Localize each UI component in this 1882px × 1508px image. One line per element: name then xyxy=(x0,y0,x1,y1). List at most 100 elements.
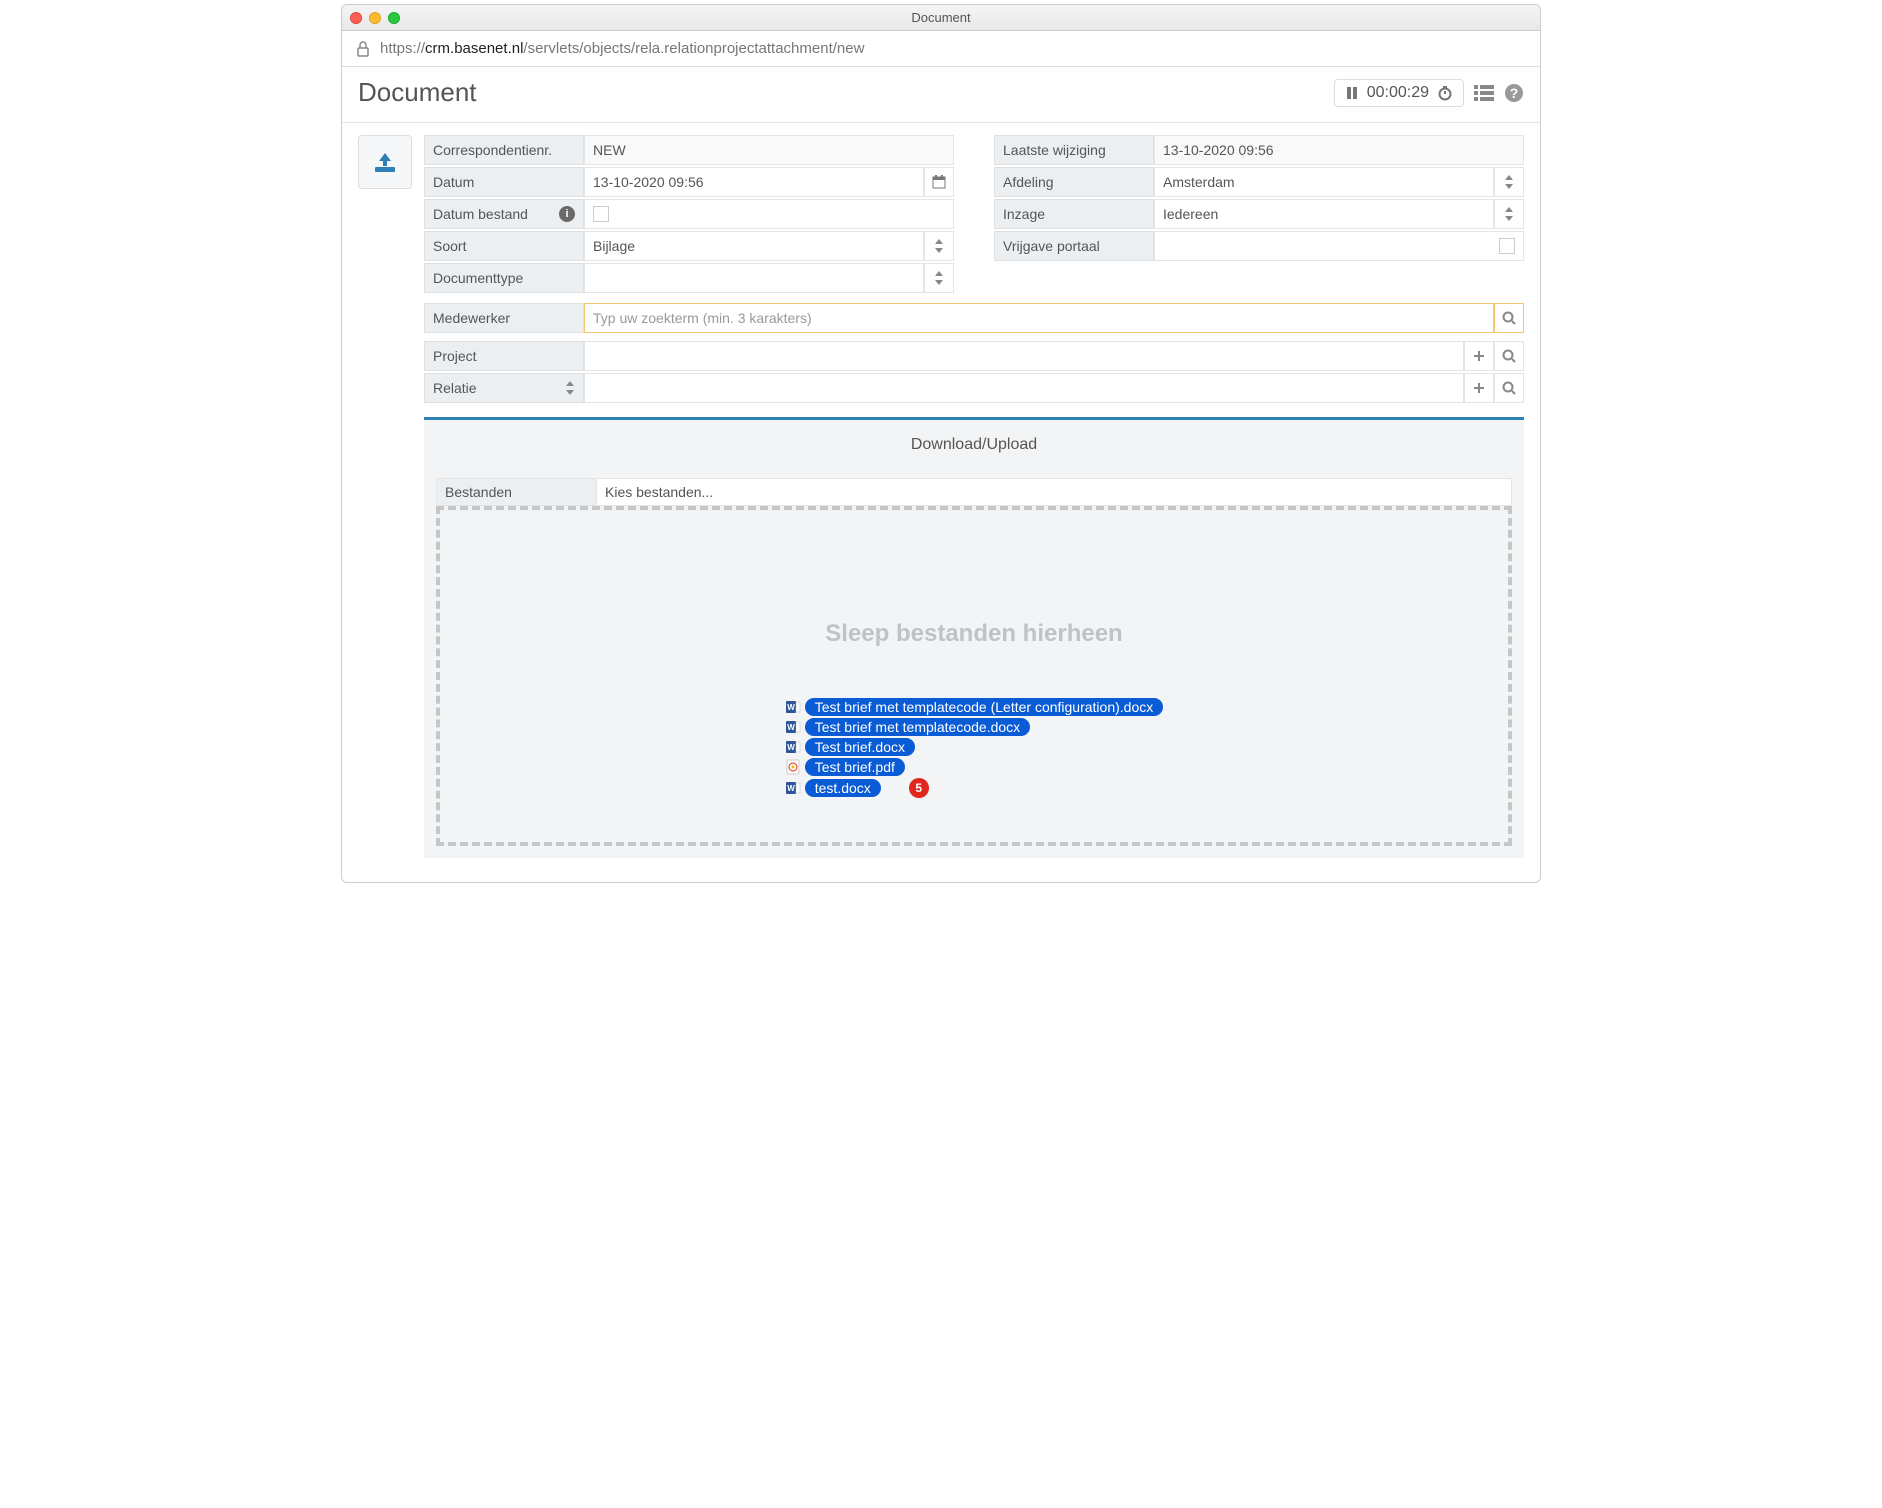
file-name: Test brief.pdf xyxy=(805,758,905,776)
upload-panel-title: Download/Upload xyxy=(424,420,1524,478)
chevron-updown-icon xyxy=(934,271,944,285)
upload-icon xyxy=(373,151,397,173)
svg-text:W: W xyxy=(787,743,795,752)
url-bar: https://crm.basenet.nl/servlets/objects/… xyxy=(342,31,1540,67)
checkbox-datum-bestand[interactable] xyxy=(593,206,609,222)
word-file-icon: W xyxy=(785,739,801,755)
word-file-icon: W xyxy=(785,719,801,735)
select-soort[interactable]: Bijlage xyxy=(584,231,924,261)
checkbox-vrijgave-portaal-cell xyxy=(1154,231,1524,261)
input-datum[interactable]: 13-10-2020 09:56 xyxy=(584,167,924,197)
search-icon xyxy=(1502,349,1516,363)
svg-text:W: W xyxy=(787,703,795,712)
label-datum: Datum xyxy=(424,167,584,197)
file-item[interactable]: Test brief.pdf xyxy=(785,758,1164,776)
row-medewerker: Medewerker Typ uw zoekterm (min. 3 karak… xyxy=(424,303,1524,333)
upload-button[interactable] xyxy=(358,135,412,189)
add-relatie-button[interactable] xyxy=(1464,373,1494,403)
row-vrijgave-portaal: Vrijgave portaal xyxy=(994,231,1524,261)
chevron-updown-icon xyxy=(1504,175,1514,189)
search-medewerker-button[interactable] xyxy=(1494,303,1524,333)
file-name: Test brief met templatecode (Letter conf… xyxy=(805,698,1164,716)
label-datum-bestand: Datum bestand i xyxy=(424,199,584,229)
timer-widget[interactable]: 00:00:29 xyxy=(1334,79,1464,107)
select-inzage-toggle[interactable] xyxy=(1494,199,1524,229)
content: Correspondentienr. NEW Datum 13-10-2020 … xyxy=(342,123,1540,882)
upload-panel: Download/Upload Bestanden Kies bestanden… xyxy=(424,417,1524,858)
input-relatie[interactable] xyxy=(584,373,1464,403)
url-host: crm.basenet.nl xyxy=(425,40,523,57)
chevron-updown-icon xyxy=(1504,207,1514,221)
label-soort: Soort xyxy=(424,231,584,261)
chevron-updown-icon xyxy=(565,381,575,395)
form-area: Correspondentienr. NEW Datum 13-10-2020 … xyxy=(358,135,1524,858)
list-icon[interactable] xyxy=(1474,84,1494,102)
label-project: Project xyxy=(424,341,584,371)
calendar-button[interactable] xyxy=(924,167,954,197)
chevron-updown-icon xyxy=(934,239,944,253)
value-laatste-wijziging: 13-10-2020 09:56 xyxy=(1154,135,1524,165)
url-text: https://crm.basenet.nl/servlets/objects/… xyxy=(380,40,864,57)
info-icon[interactable]: i xyxy=(559,206,575,222)
select-documenttype[interactable] xyxy=(584,263,924,293)
page-header: Document 00:00:29 ? xyxy=(342,67,1540,123)
page-title: Document xyxy=(358,77,477,108)
window-title: Document xyxy=(342,10,1540,25)
svg-text:W: W xyxy=(787,723,795,732)
stopwatch-icon xyxy=(1437,85,1453,101)
input-project[interactable] xyxy=(584,341,1464,371)
input-medewerker[interactable]: Typ uw zoekterm (min. 3 karakters) xyxy=(584,303,1494,333)
pause-icon[interactable] xyxy=(1345,86,1359,100)
search-relatie-button[interactable] xyxy=(1494,373,1524,403)
lock-icon xyxy=(356,41,370,57)
dropzone[interactable]: Sleep bestanden hierheen W Test brief met… xyxy=(436,506,1512,846)
select-inzage[interactable]: Iedereen xyxy=(1154,199,1494,229)
form-wide: Medewerker Typ uw zoekterm (min. 3 karak… xyxy=(424,303,1524,403)
file-name: Test brief met templatecode.docx xyxy=(805,718,1030,736)
row-afdeling: Afdeling Amsterdam xyxy=(994,167,1524,197)
choose-files-button[interactable]: Kies bestanden... xyxy=(597,484,721,500)
timer-value: 00:00:29 xyxy=(1367,84,1429,102)
label-documenttype: Documenttype xyxy=(424,263,584,293)
file-item[interactable]: W Test brief met templatecode (Letter con… xyxy=(785,698,1164,716)
select-afdeling-toggle[interactable] xyxy=(1494,167,1524,197)
header-actions: 00:00:29 ? xyxy=(1334,79,1524,107)
window: Document https://crm.basenet.nl/servlets… xyxy=(341,4,1541,883)
form-left: Correspondentienr. NEW Datum 13-10-2020 … xyxy=(424,135,954,295)
label-afdeling: Afdeling xyxy=(994,167,1154,197)
help-icon[interactable]: ? xyxy=(1504,83,1524,103)
file-item[interactable]: Wtest.docx5 xyxy=(785,778,1164,798)
file-item[interactable]: W Test brief met templatecode.docx xyxy=(785,718,1164,736)
search-project-button[interactable] xyxy=(1494,341,1524,371)
dropzone-text: Sleep bestanden hierheen xyxy=(825,620,1122,648)
row-laatste-wijziging: Laatste wijziging 13-10-2020 09:56 xyxy=(994,135,1524,165)
file-item[interactable]: W Test brief.docx xyxy=(785,738,1164,756)
search-icon xyxy=(1502,381,1516,395)
label-medewerker: Medewerker xyxy=(424,303,584,333)
titlebar: Document xyxy=(342,5,1540,31)
row-datum-bestand: Datum bestand i xyxy=(424,199,954,229)
plus-icon xyxy=(1472,381,1486,395)
select-documenttype-toggle[interactable] xyxy=(924,263,954,293)
svg-text:?: ? xyxy=(1510,85,1519,101)
select-afdeling[interactable]: Amsterdam xyxy=(1154,167,1494,197)
label-vrijgave-portaal: Vrijgave portaal xyxy=(994,231,1154,261)
select-soort-toggle[interactable] xyxy=(924,231,954,261)
row-documenttype: Documenttype xyxy=(424,263,954,293)
label-relatie[interactable]: Relatie xyxy=(424,373,584,403)
word-file-icon: W xyxy=(785,699,801,715)
label-correspondentienr: Correspondentienr. xyxy=(424,135,584,165)
pdf-file-icon xyxy=(785,759,801,775)
row-datum: Datum 13-10-2020 09:56 xyxy=(424,167,954,197)
file-name: test.docx xyxy=(805,779,881,797)
checkbox-vrijgave-portaal[interactable] xyxy=(1499,238,1515,254)
search-icon xyxy=(1502,311,1516,325)
value-correspondentienr: NEW xyxy=(584,135,954,165)
plus-icon xyxy=(1472,349,1486,363)
file-name: Test brief.docx xyxy=(805,738,915,756)
url-path: /servlets/objects/rela.relationprojectat… xyxy=(523,40,864,57)
row-relatie: Relatie xyxy=(424,373,1524,403)
file-count-badge: 5 xyxy=(909,778,929,798)
add-project-button[interactable] xyxy=(1464,341,1494,371)
checkbox-datum-bestand-cell xyxy=(584,199,954,229)
